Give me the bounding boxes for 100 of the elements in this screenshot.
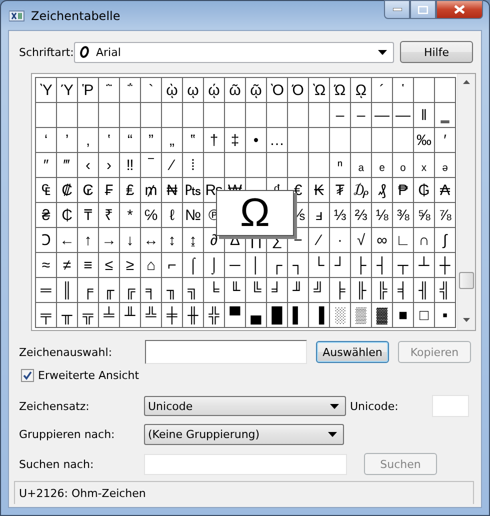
character-cell[interactable]: ↕: [161, 227, 182, 252]
character-cell[interactable]: ╚: [245, 277, 266, 302]
charset-dropdown[interactable]: Unicode: [144, 396, 346, 416]
character-cell[interactable]: ῭: [98, 77, 119, 102]
character-cell[interactable]: ▒: [350, 302, 371, 327]
scroll-down-icon[interactable]: [463, 318, 470, 322]
character-cell[interactable]: ₑ: [371, 152, 392, 177]
character-cell[interactable]: ₭: [308, 177, 329, 202]
character-cell[interactable]: ₢: [77, 177, 98, 202]
character-cell[interactable]: ⁄: [161, 152, 182, 177]
character-cell[interactable]: №: [182, 202, 203, 227]
character-cell[interactable]: Ὸ: [266, 77, 287, 102]
character-cell[interactable]: ⅜: [392, 202, 413, 227]
character-cell[interactable]: ╜: [287, 277, 308, 302]
character-cell[interactable]: ▪: [434, 302, 455, 327]
character-cell[interactable]: ₣: [98, 177, 119, 202]
character-cell[interactable]: ‟: [182, 127, 203, 152]
character-cell[interactable]: ₧: [182, 177, 203, 202]
character-cell[interactable]: ₔ: [434, 152, 455, 177]
character-cell[interactable]: ╕: [140, 277, 161, 302]
character-cell[interactable]: ‚: [77, 127, 98, 152]
character-cell[interactable]: ⌠: [182, 252, 203, 277]
character-cell[interactable]: ⁞: [182, 152, 203, 177]
checkbox[interactable]: [21, 369, 34, 382]
character-cell[interactable]: ╔: [119, 277, 140, 302]
character-cell[interactable]: ╨: [119, 302, 140, 327]
character-cell[interactable]: □: [413, 302, 434, 327]
scroll-thumb[interactable]: [459, 272, 474, 289]
character-cell[interactable]: Ῥ: [77, 77, 98, 102]
character-cell[interactable]: ≠: [56, 252, 77, 277]
character-cell[interactable]: ₮: [329, 177, 350, 202]
character-cell[interactable]: ₯: [350, 177, 371, 202]
character-cell[interactable]: `: [140, 77, 161, 102]
character-cell[interactable]: ╖: [161, 277, 182, 302]
character-cell[interactable]: ║: [56, 277, 77, 302]
character-cell[interactable]: ₱: [392, 177, 413, 202]
character-cell[interactable]: ┘: [329, 252, 350, 277]
character-cell[interactable]: │: [245, 252, 266, 277]
character-cell[interactable]: ▐: [308, 302, 329, 327]
character-cell[interactable]: ⅓: [329, 202, 350, 227]
character-cell[interactable]: →: [98, 227, 119, 252]
character-cell[interactable]: ⁿ: [329, 152, 350, 177]
character-cell[interactable]: ₠: [35, 177, 56, 202]
character-cell[interactable]: ₳: [434, 177, 455, 202]
character-cell[interactable]: ▌: [287, 302, 308, 327]
character-cell[interactable]: ╒: [77, 277, 98, 302]
character-cell[interactable]: ‴: [56, 152, 77, 177]
character-cell[interactable]: ─: [224, 252, 245, 277]
character-cell[interactable]: ₤: [119, 177, 140, 202]
character-cell[interactable]: ┴: [413, 252, 434, 277]
character-cell[interactable]: ↔: [140, 227, 161, 252]
character-cell[interactable]: ‾: [140, 152, 161, 177]
character-cell[interactable]: –: [329, 102, 350, 127]
character-cell[interactable]: —: [371, 102, 392, 127]
character-cell[interactable]: Ὺ: [35, 77, 56, 102]
character-cell[interactable]: ’: [56, 127, 77, 152]
character-cell[interactable]: ╘: [203, 277, 224, 302]
character-cell[interactable]: ″: [35, 152, 56, 177]
character-cell[interactable]: ₓ: [413, 152, 434, 177]
close-button[interactable]: [436, 0, 483, 19]
character-cell[interactable]: …: [266, 127, 287, 152]
character-cell[interactable]: ₦: [161, 177, 182, 202]
character-cell[interactable]: ‰: [413, 127, 434, 152]
character-cell[interactable]: ╓: [98, 277, 119, 302]
character-cell[interactable]: ╛: [266, 277, 287, 302]
character-cell[interactable]: ▄: [245, 302, 266, 327]
character-cell[interactable]: ■: [392, 302, 413, 327]
character-cell[interactable]: ∩: [413, 227, 434, 252]
character-cell[interactable]: ‛: [98, 127, 119, 152]
character-cell[interactable]: ‡: [224, 127, 245, 152]
character-cell[interactable]: ῾: [392, 77, 413, 102]
character-cell[interactable]: ┼: [434, 252, 455, 277]
maximize-button[interactable]: [410, 0, 436, 19]
unicode-field[interactable]: [432, 395, 469, 417]
character-cell[interactable]: ℓ: [161, 202, 182, 227]
character-cell[interactable]: √: [350, 227, 371, 252]
character-cell[interactable]: ῳ: [182, 77, 203, 102]
character-cell[interactable]: ╬: [203, 302, 224, 327]
character-cell[interactable]: ‼: [119, 152, 140, 177]
character-cell[interactable]: ῶ: [224, 77, 245, 102]
character-cell[interactable]: ∕: [308, 227, 329, 252]
character-cell[interactable]: ₒ: [392, 152, 413, 177]
font-dropdown[interactable]: Arial: [74, 42, 394, 62]
character-cell[interactable]: ⌡: [203, 252, 224, 277]
character-cell[interactable]: Ὼ: [308, 77, 329, 102]
character-cell[interactable]: ⅝: [413, 202, 434, 227]
character-cell[interactable]: ≤: [98, 252, 119, 277]
help-button[interactable]: Hilfe: [400, 41, 473, 63]
character-cell[interactable]: “: [119, 127, 140, 152]
character-cell[interactable]: ₹: [98, 202, 119, 227]
character-cell[interactable]: █: [266, 302, 287, 327]
character-cell[interactable]: ´: [371, 77, 392, 102]
character-cell[interactable]: ↨: [182, 227, 203, 252]
character-cell[interactable]: ▓: [371, 302, 392, 327]
character-cell[interactable]: –: [350, 102, 371, 127]
character-cell[interactable]: ┐: [287, 252, 308, 277]
character-cell[interactable]: ₵: [56, 202, 77, 227]
character-cell[interactable]: ‗: [434, 102, 455, 127]
character-cell[interactable]: ⌐: [161, 252, 182, 277]
character-cell[interactable]: ῲ: [161, 77, 182, 102]
